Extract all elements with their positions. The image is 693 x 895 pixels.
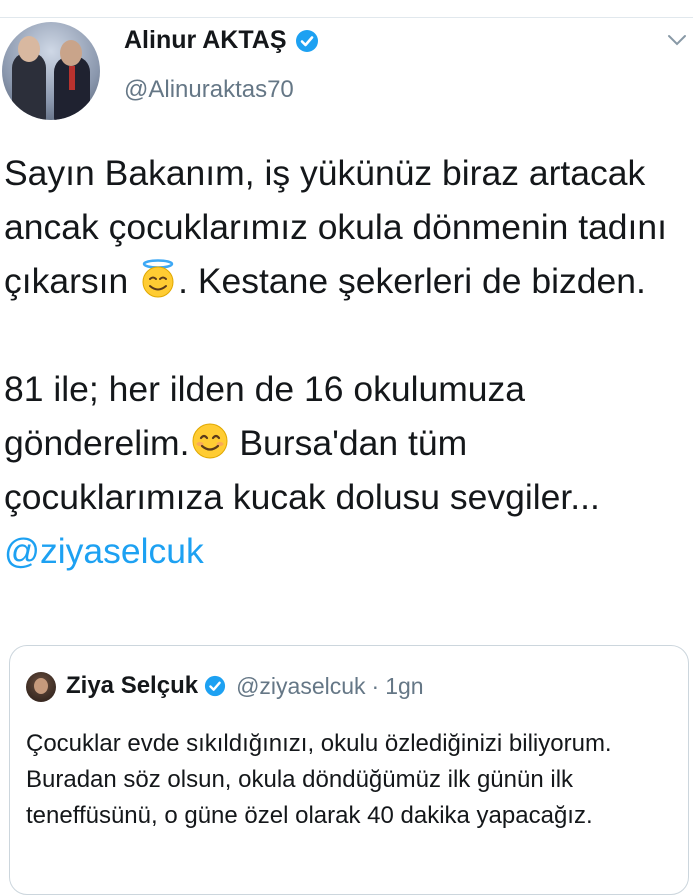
chevron-down-icon[interactable] [666, 32, 688, 48]
verified-badge-icon [295, 29, 318, 52]
quoted-tweet-text: Çocuklar evde sıkıldığınızı, okulu özled… [26, 730, 612, 829]
smiling-face-with-smiling-eyes-icon [192, 423, 227, 459]
mention-link[interactable]: @ziyaselcuk [4, 531, 204, 571]
quoted-author-handle[interactable]: @ziyaselcuk [236, 673, 365, 700]
author-avatar[interactable] [2, 22, 100, 120]
quoted-tweet-card[interactable]: Ziya Selçuk @ziyaselcuk · 1gn Çocuklar e… [9, 645, 689, 895]
top-divider [0, 17, 693, 18]
quoted-author-avatar[interactable] [26, 672, 56, 702]
quoted-tweet-header: Ziya Selçuk @ziyaselcuk · 1gn [66, 672, 424, 700]
tweet-text: Sayın Bakanım, iş yükünüz biraz artacak … [4, 146, 690, 578]
quoted-timestamp[interactable]: 1gn [385, 673, 423, 700]
separator-dot: · [371, 672, 380, 699]
verified-badge-icon [204, 675, 226, 697]
author-handle[interactable]: @Alinuraktas70 [124, 76, 294, 104]
quoted-author-name[interactable]: Ziya Selçuk [66, 672, 198, 700]
smiling-face-with-halo-icon [142, 259, 174, 298]
author-name[interactable]: Alinur AKTAŞ [124, 26, 287, 55]
author-name-row[interactable]: Alinur AKTAŞ [124, 26, 319, 55]
